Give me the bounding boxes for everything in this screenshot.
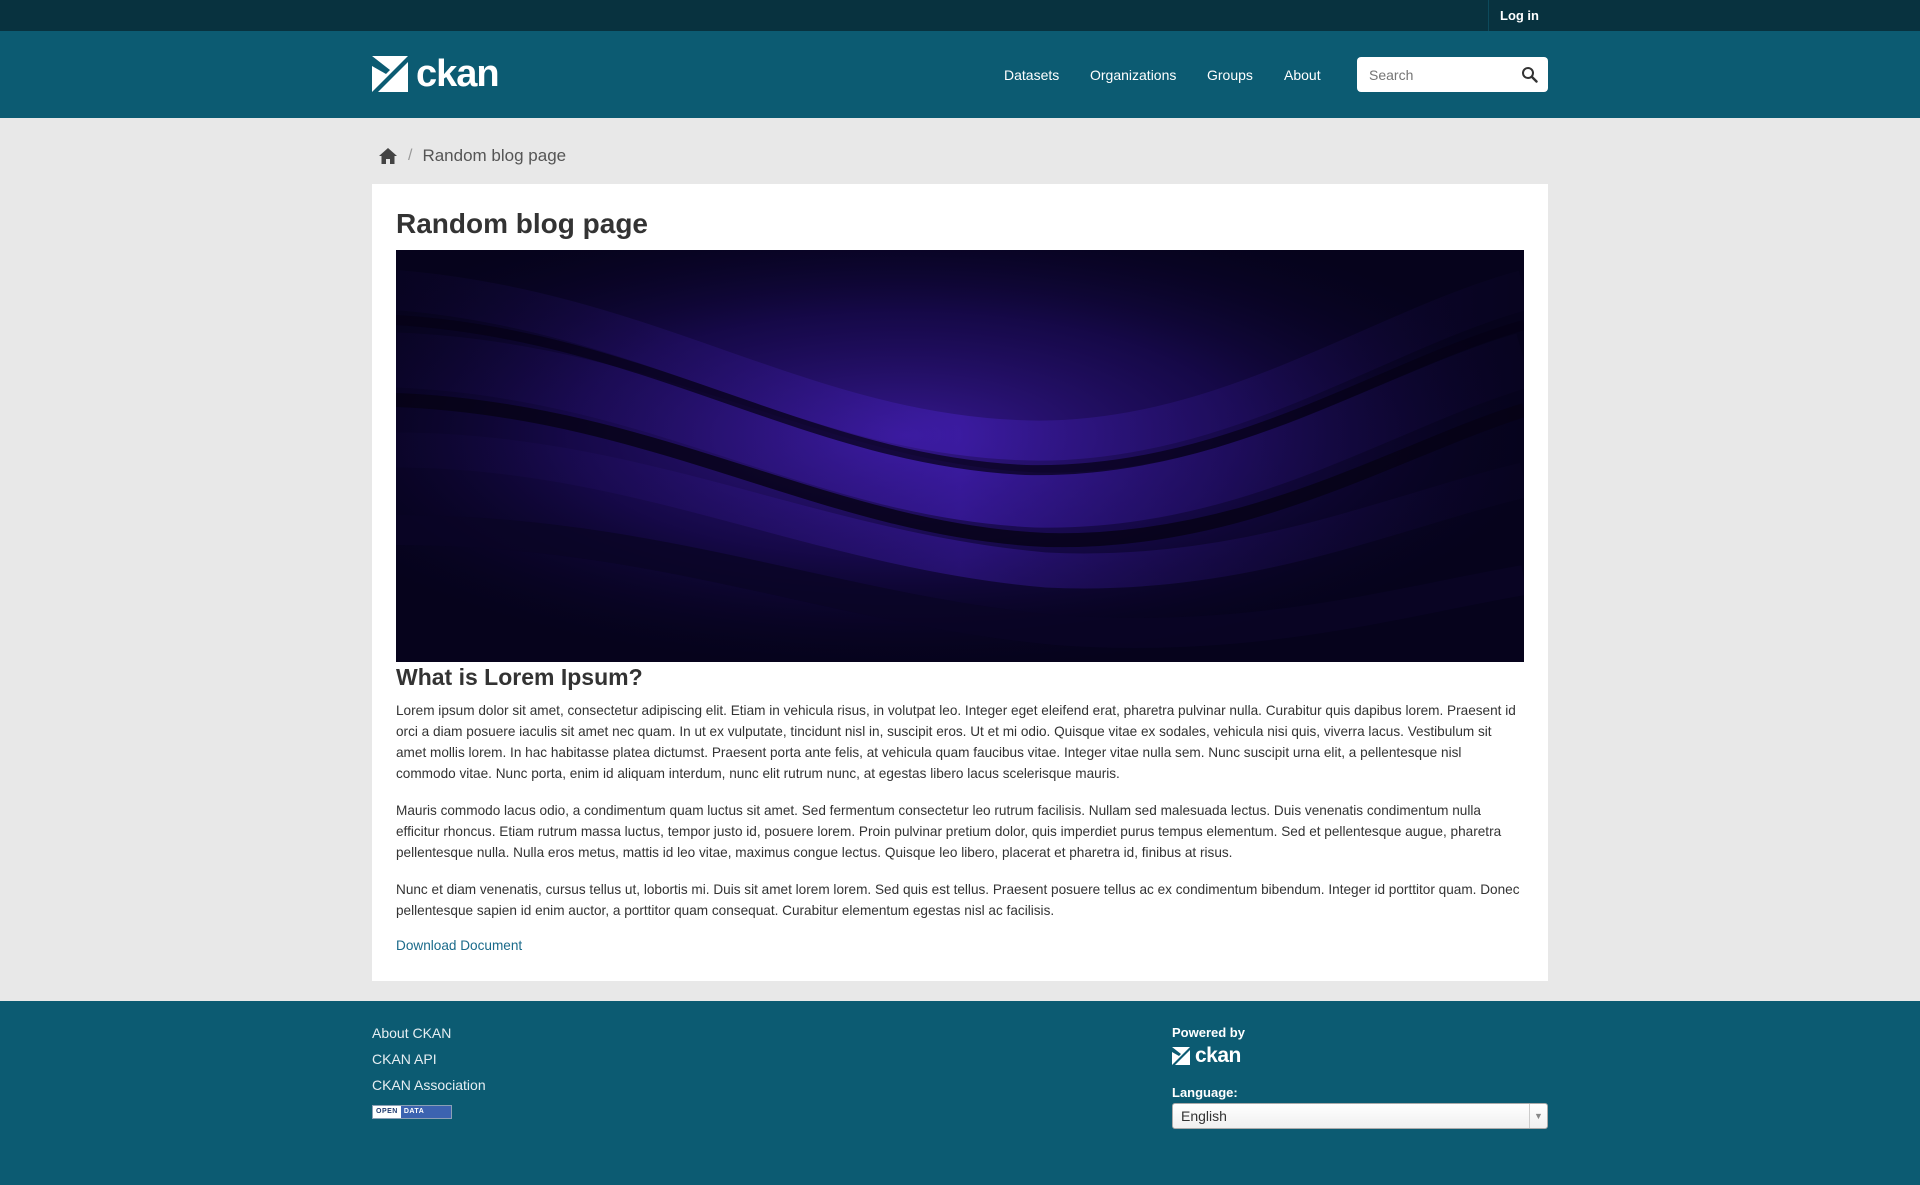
powered-by-label: Powered by xyxy=(1172,1025,1245,1040)
main-nav: Datasets Organizations Groups About xyxy=(0,31,1920,118)
footer-ckan-logo[interactable]: ckan xyxy=(1172,1044,1241,1068)
breadcrumb-separator: / xyxy=(408,147,413,164)
language-select[interactable]: English ▼ xyxy=(1172,1103,1548,1129)
paragraph-1: Lorem ipsum dolor sit amet, consectetur … xyxy=(396,703,1516,781)
footer-link-about-ckan[interactable]: About CKAN xyxy=(372,1025,451,1041)
open-data-badge[interactable]: OPEN DATA xyxy=(372,1105,452,1119)
search-input[interactable] xyxy=(1357,58,1507,91)
paragraph-2: Mauris commodo lacus odio, a condimentum… xyxy=(396,803,1502,860)
account-bar: Log in xyxy=(0,0,1920,31)
login-link[interactable]: Log in xyxy=(1488,0,1550,31)
footer-link-ckan-api[interactable]: CKAN API xyxy=(372,1051,437,1067)
hero-wave-graphic xyxy=(396,250,1524,662)
language-select-value: English xyxy=(1181,1108,1227,1124)
section-heading: What is Lorem Ipsum? xyxy=(396,664,643,690)
nav-datasets[interactable]: Datasets xyxy=(1004,67,1059,83)
nav-organizations[interactable]: Organizations xyxy=(1090,67,1176,83)
breadcrumb-current[interactable]: Random blog page xyxy=(422,146,566,166)
open-data-badge-left: OPEN xyxy=(373,1106,401,1118)
nav-groups[interactable]: Groups xyxy=(1207,67,1253,83)
search-icon[interactable] xyxy=(1521,66,1538,83)
footer-link-ckan-association[interactable]: CKAN Association xyxy=(372,1077,486,1093)
download-document-link[interactable]: Download Document xyxy=(396,938,522,953)
breadcrumb: / Random blog page xyxy=(378,146,566,166)
footer-logo-text: ckan xyxy=(1195,1044,1241,1067)
open-data-badge-right: DATA xyxy=(400,1106,451,1118)
ckan-logo-icon xyxy=(1172,1047,1190,1065)
language-label: Language: xyxy=(1172,1085,1238,1100)
search-box xyxy=(1357,57,1548,92)
hero-image xyxy=(396,250,1524,662)
page-title: Random blog page xyxy=(396,208,648,239)
paragraph-3: Nunc et diam venenatis, cursus tellus ut… xyxy=(396,882,1520,918)
content-card: Random blog page What is Lorem Ipsum? Lo… xyxy=(372,184,1548,981)
home-icon[interactable] xyxy=(378,147,398,165)
masthead: ckan Datasets Organizations Groups About xyxy=(0,31,1920,118)
site-footer: About CKAN CKAN API CKAN Association OPE… xyxy=(0,1001,1920,1185)
chevron-down-icon: ▼ xyxy=(1529,1104,1547,1128)
nav-about[interactable]: About xyxy=(1284,67,1321,83)
